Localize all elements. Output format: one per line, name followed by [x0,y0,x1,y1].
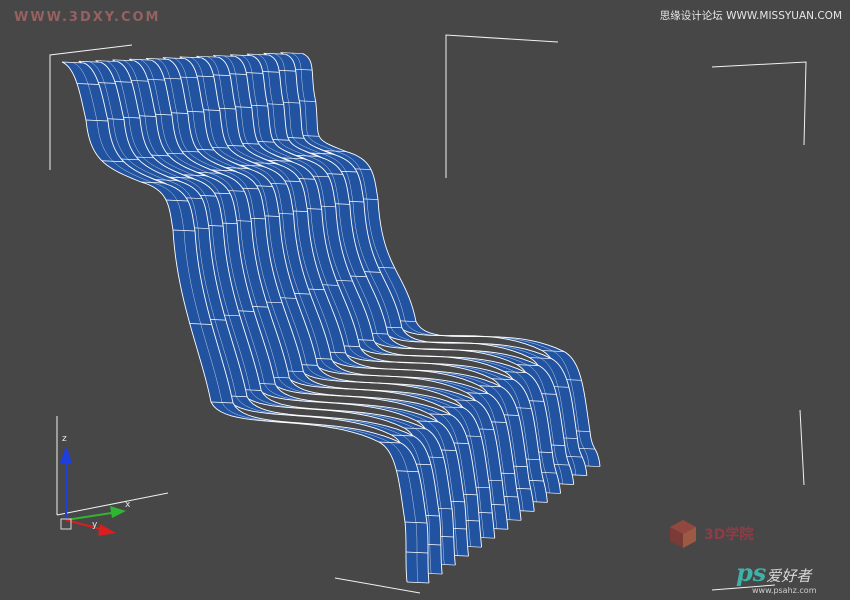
watermark-ps: ps爱好者 [736,558,811,587]
y-arrow-head [98,524,116,536]
cube-logo-icon [670,520,696,548]
watermark-ps-url: www.psahz.com [752,586,817,595]
x-axis-label: x [125,500,131,510]
watermark-3d-academy: 3D学院 [668,518,753,550]
axis-gizmo: z x y [60,434,131,536]
viewport[interactable]: z x y WWW.3DXY.COM 思缘设计论坛 WWW.MISSYUAN.C… [0,0,850,600]
z-arrow-head [60,446,72,463]
bbox-bracket-2 [711,61,807,146]
ps-logo-text: 爱好者 [766,567,812,585]
y-axis-label: y [92,520,98,530]
watermark-3dxy: WWW.3DXY.COM [14,10,161,25]
z-axis-label: z [62,434,67,444]
watermark-3d-text: 3D学院 [704,527,754,543]
ps-logo: ps [736,558,767,587]
watermark-missyuan: 思缘设计论坛 WWW.MISSYUAN.COM [659,10,842,22]
x-arrow-head [110,506,126,518]
chair-mesh[interactable] [61,52,601,584]
bbox-bracket-1 [445,34,559,95]
x-axis [65,511,119,521]
viewport-scene: z x y [49,34,807,594]
bbox-bracket-7 [799,409,805,486]
